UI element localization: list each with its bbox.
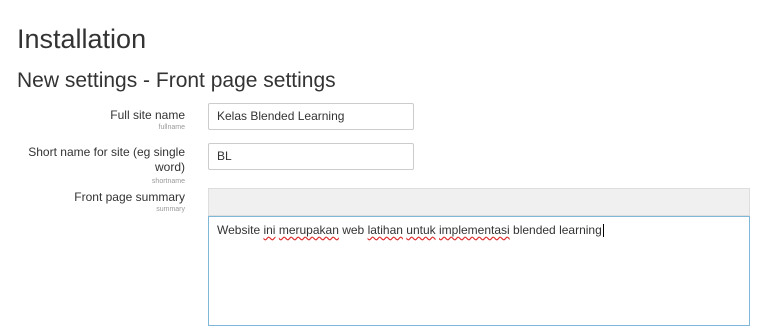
summary-sublabel: summary xyxy=(156,206,185,213)
summary-text-part: ini xyxy=(263,223,276,237)
summary-text-part: untuk xyxy=(406,223,436,237)
summary-text-part: merupakan xyxy=(278,223,339,237)
section-heading: New settings - Front page settings xyxy=(17,69,336,92)
fullname-sublabel: fullname xyxy=(158,124,185,131)
page-title: Installation xyxy=(17,24,147,54)
editor-toolbar[interactable] xyxy=(208,188,750,216)
fullname-input[interactable]: Kelas Blended Learning xyxy=(208,103,414,130)
summary-text-part: Website xyxy=(217,223,264,237)
summary-text-part: web xyxy=(338,223,368,237)
text-caret xyxy=(602,224,604,238)
summary-text-part: latihan xyxy=(367,223,403,237)
shortname-input[interactable]: BL xyxy=(208,143,414,170)
fullname-label: Full site name xyxy=(110,108,185,122)
shortname-label: Short name for site (eg single word) xyxy=(28,145,185,175)
shortname-sublabel: shortname xyxy=(151,178,185,185)
summary-text-part: implementasi xyxy=(438,223,510,237)
shortname-label-line2: word) xyxy=(154,160,185,174)
shortname-label-line1: Short name for site (eg single xyxy=(28,145,185,159)
summary-label: Front page summary xyxy=(74,190,185,204)
summary-text-part: blended learning xyxy=(509,223,602,237)
summary-editor[interactable]: Website ini merupakan web latihan untuk … xyxy=(208,216,750,326)
